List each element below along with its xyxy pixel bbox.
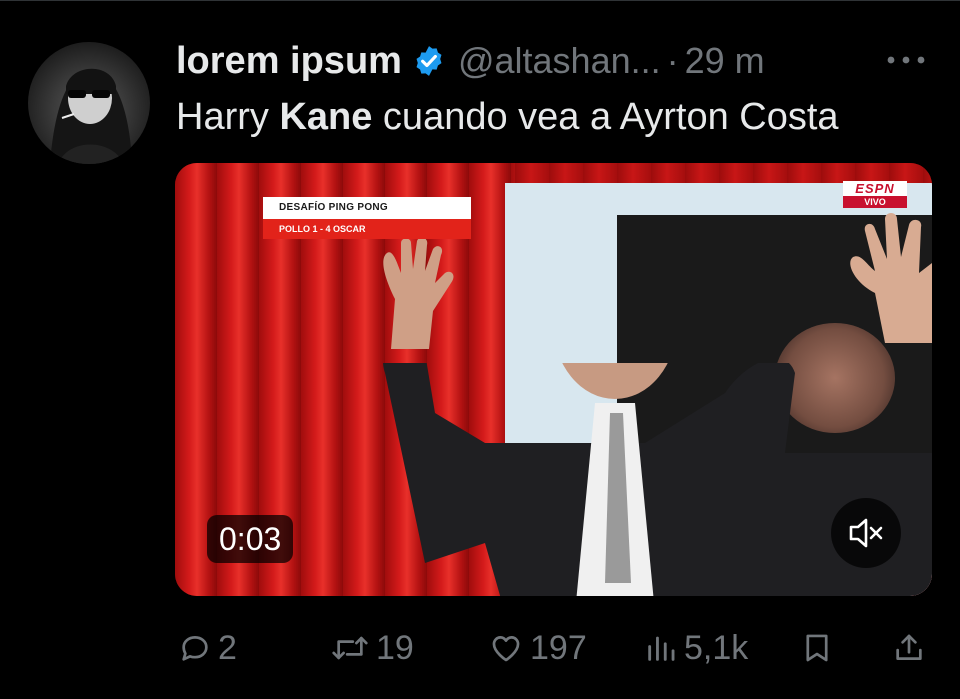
retweet-button[interactable]: 19 xyxy=(330,620,414,676)
separator-dot: · xyxy=(666,40,679,81)
tweet-text-bold: Kane xyxy=(279,96,373,138)
verified-badge-icon xyxy=(416,46,442,76)
reply-bubble-icon xyxy=(182,636,208,661)
video-raised-hand-left xyxy=(383,239,454,349)
display-name[interactable]: lorem ipsum xyxy=(176,40,402,83)
live-badge: VIVO xyxy=(843,196,907,208)
network-logo: ESPN VIVO xyxy=(843,181,907,213)
views-button[interactable]: 5,1k xyxy=(644,620,748,676)
avatar-image xyxy=(50,68,132,164)
tweet-text: Harry Kane cuando vea a Ayrton Costa xyxy=(176,96,839,139)
tweet-text-start: Harry xyxy=(176,96,280,138)
mute-button[interactable] xyxy=(831,498,901,568)
tweet-actions: 2 19 197 5,1k xyxy=(0,620,960,680)
heart-icon xyxy=(492,636,520,662)
top-divider xyxy=(0,0,960,1)
share-upload-icon xyxy=(896,634,922,660)
bookmark-button[interactable] xyxy=(800,620,834,676)
network-logo-text: ESPN xyxy=(843,181,907,196)
views-count: 5,1k xyxy=(684,628,749,667)
video-raised-hand-right xyxy=(850,213,932,343)
tweet-text-end: cuando vea a Ayrton Costa xyxy=(372,96,839,138)
video-elapsed-time: 0:03 xyxy=(207,515,294,563)
like-count: 197 xyxy=(530,628,587,667)
share-button[interactable] xyxy=(892,620,926,676)
video-overlay-score: POLLO 1 - 4 OSCAR xyxy=(263,219,471,239)
retweet-count: 19 xyxy=(376,628,414,667)
bookmark-icon xyxy=(806,634,828,662)
more-dots-icon[interactable] xyxy=(884,50,928,70)
timestamp[interactable]: 29 m xyxy=(685,40,765,82)
video-player[interactable]: DESAFÍO PING PONG POLLO 1 - 4 OSCAR ESPN… xyxy=(175,163,932,596)
user-handle[interactable]: @altashan... xyxy=(458,40,661,82)
reply-button[interactable]: 2 xyxy=(178,620,237,676)
retweet-arrows-icon xyxy=(332,636,368,660)
video-overlay-title: DESAFÍO PING PONG xyxy=(263,197,471,219)
avatar[interactable] xyxy=(28,42,150,164)
bar-chart-icon xyxy=(648,636,675,661)
reply-count: 2 xyxy=(218,628,237,667)
like-button[interactable]: 197 xyxy=(488,620,587,676)
volume-muted-icon xyxy=(849,518,883,548)
tweet-header: lorem ipsum @altashan... · 29 m xyxy=(176,38,765,84)
video-score-graphic: DESAFÍO PING PONG POLLO 1 - 4 OSCAR xyxy=(263,197,471,241)
